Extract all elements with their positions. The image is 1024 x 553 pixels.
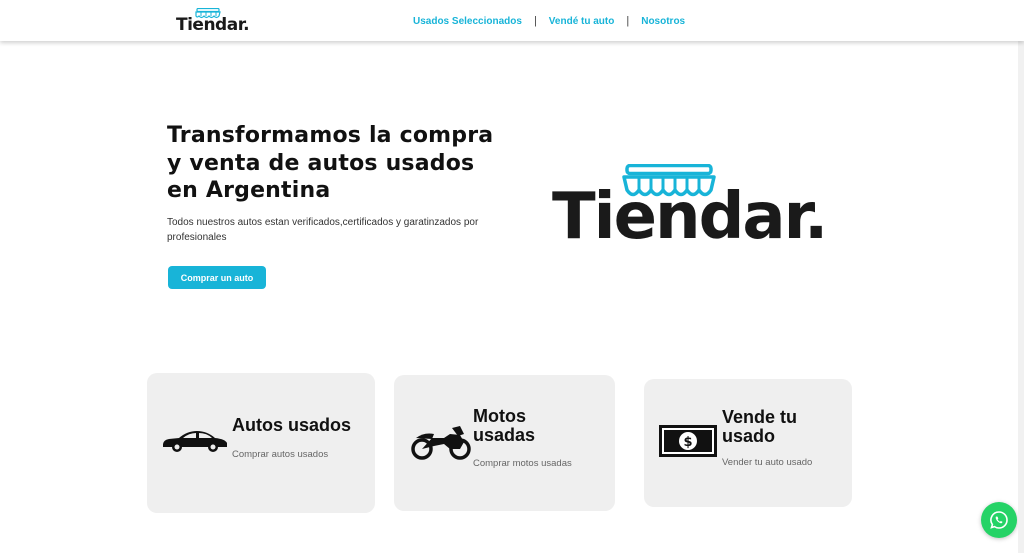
card-vende-tu-usado[interactable]: $ Vende tu usado Vender tu auto usado <box>644 379 852 507</box>
card-title: Vende tu usado <box>722 407 798 446</box>
hero-logo-text: Tiendar. <box>552 180 828 254</box>
scrollbar[interactable] <box>1018 0 1024 553</box>
nav-nosotros[interactable]: Nosotros <box>641 16 685 27</box>
car-icon <box>163 431 227 452</box>
card-motos-usadas[interactable]: Motos usadas Comprar motos usadas <box>394 375 615 511</box>
header-logo[interactable]: Tiendar. <box>176 8 250 35</box>
svg-text:$: $ <box>683 435 692 450</box>
card-subtitle: Vender tu auto usado <box>722 457 813 468</box>
main-nav: Usados Seleccionados | Vendé tu auto | N… <box>413 14 685 28</box>
hero-title: Transformamos la compra y venta de autos… <box>167 123 494 203</box>
card-title: Motos usadas <box>473 406 536 445</box>
whatsapp-icon <box>990 511 1008 529</box>
whatsapp-button[interactable] <box>981 502 1017 538</box>
nav-separator: | <box>533 15 537 27</box>
card-title: Autos usados <box>232 415 352 435</box>
hero-logo: Tiendar. <box>552 160 832 255</box>
site-header: Tiendar. Usados Seleccionados | Vendé tu… <box>0 0 1024 41</box>
nav-separator: | <box>626 15 630 27</box>
hero-subtitle: Todos nuestros autos estan verificados,c… <box>167 217 479 243</box>
card-subtitle: Comprar autos usados <box>232 449 329 460</box>
nav-usados-seleccionados[interactable]: Usados Seleccionados <box>413 16 522 27</box>
header-logo-text: Tiendar. <box>176 15 250 35</box>
buy-car-button[interactable]: Comprar un auto <box>168 266 266 289</box>
nav-vende-tu-auto[interactable]: Vendé tu auto <box>549 16 615 27</box>
motorcycle-icon <box>411 426 471 460</box>
card-subtitle: Comprar motos usadas <box>473 458 572 469</box>
card-autos-usados[interactable]: Autos usados Comprar autos usados <box>147 373 375 513</box>
money-icon: $ <box>659 425 717 457</box>
